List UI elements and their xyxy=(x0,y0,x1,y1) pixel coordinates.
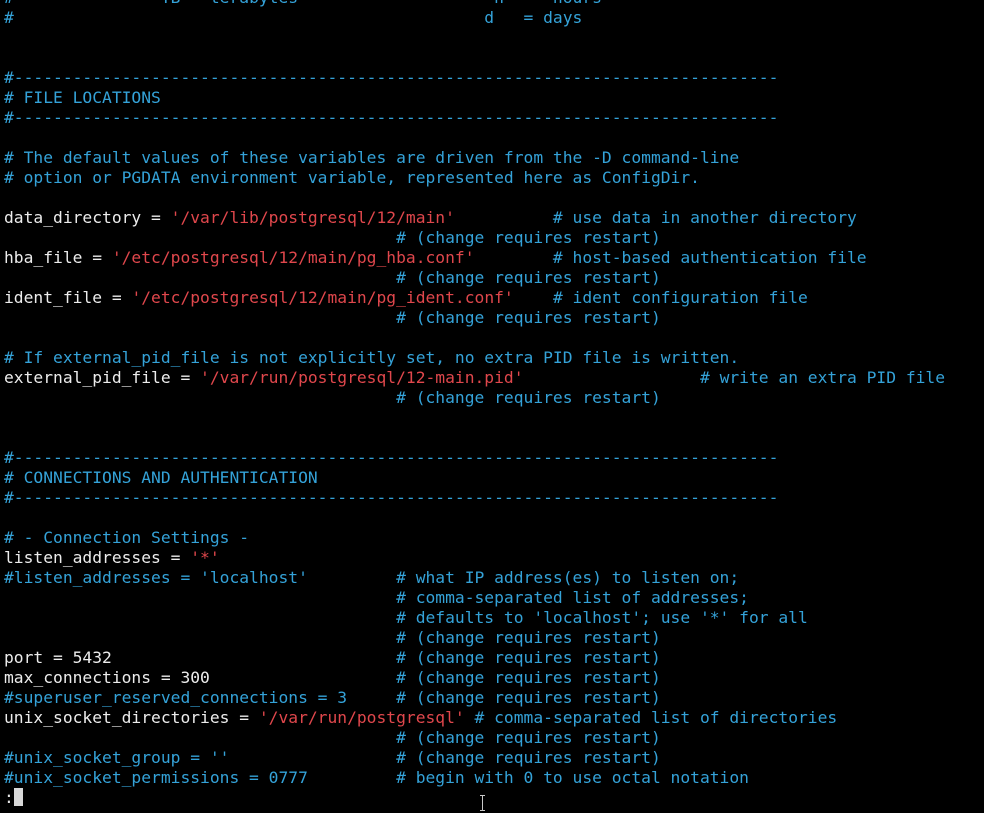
config-line: data_directory = '/var/lib/postgresql/12… xyxy=(4,208,984,228)
config-line xyxy=(4,48,984,68)
config-line: # comma-separated list of addresses; xyxy=(4,588,984,608)
config-line: #---------------------------------------… xyxy=(4,68,984,88)
comment-text: # comma-separated list of addresses; xyxy=(4,588,749,607)
config-line: # (change requires restart) xyxy=(4,308,984,328)
config-line xyxy=(4,408,984,428)
comment-text: #superuser_reserved_connections = 3 # (c… xyxy=(4,688,661,707)
comment-text: # defaults to 'localhost'; use '*' for a… xyxy=(4,608,808,627)
setting-text: unix_socket_directories = xyxy=(4,708,259,727)
config-line: # If external_pid_file is not explicitly… xyxy=(4,348,984,368)
string-value: '/var/run/postgresql' xyxy=(258,708,465,727)
setting-text: data_directory = xyxy=(4,208,171,227)
config-file-content: # TB = terabytes h = hours# d = days #--… xyxy=(4,0,984,788)
config-line: listen_addresses = '*' xyxy=(4,548,984,568)
text-cursor xyxy=(13,788,23,806)
config-line: # (change requires restart) xyxy=(4,628,984,648)
config-line: # defaults to 'localhost'; use '*' for a… xyxy=(4,608,984,628)
config-line: #unix_socket_group = '' # (change requir… xyxy=(4,748,984,768)
pager-prompt-line[interactable]: : xyxy=(4,788,984,808)
terminal-pager[interactable]: # TB = terabytes h = hours# d = days #--… xyxy=(4,0,984,808)
comment-text: # d = days xyxy=(4,8,583,27)
string-value: '/etc/postgresql/12/main/pg_ident.conf' xyxy=(131,288,514,307)
config-line: #superuser_reserved_connections = 3 # (c… xyxy=(4,688,984,708)
config-line: #---------------------------------------… xyxy=(4,448,984,468)
comment-text: #unix_socket_permissions = 0777 # begin … xyxy=(4,768,749,787)
config-line: # FILE LOCATIONS xyxy=(4,88,984,108)
comment-text: # CONNECTIONS AND AUTHENTICATION xyxy=(4,468,318,487)
mouse-ibeam-cursor-icon xyxy=(479,795,487,811)
config-line: # (change requires restart) xyxy=(4,228,984,248)
comment-text: #---------------------------------------… xyxy=(4,108,779,127)
config-line: #unix_socket_permissions = 0777 # begin … xyxy=(4,768,984,788)
setting-text: max_connections = 300 xyxy=(4,668,397,687)
comment-text: # xyxy=(4,0,14,7)
comment-text: # use data in another directory xyxy=(454,208,857,227)
setting-text: port = 5432 xyxy=(4,648,397,667)
config-line xyxy=(4,428,984,448)
comment-text: #---------------------------------------… xyxy=(4,448,779,467)
config-line: # The default values of these variables … xyxy=(4,148,984,168)
comment-text: #---------------------------------------… xyxy=(4,488,779,507)
string-value: '/var/lib/postgresql/12/main' xyxy=(170,208,455,227)
setting-text: external_pid_file = xyxy=(4,368,201,387)
string-value: '/etc/postgresql/12/main/pg_hba.conf' xyxy=(111,248,475,267)
config-line: external_pid_file = '/var/run/postgresql… xyxy=(4,368,984,388)
comment-text: # host-based authentication file xyxy=(474,248,867,267)
config-line: # option or PGDATA environment variable,… xyxy=(4,168,984,188)
config-line: #---------------------------------------… xyxy=(4,108,984,128)
comment-text: # FILE LOCATIONS xyxy=(4,88,161,107)
setting-text: hba_file = xyxy=(4,248,112,267)
comment-text: # (change requires restart) xyxy=(4,308,661,327)
config-line xyxy=(4,28,984,48)
comment-text: # (change requires restart) xyxy=(4,728,661,747)
comment-text: TB = terabytes h = hours xyxy=(14,0,602,7)
comment-text: # ident configuration file xyxy=(513,288,808,307)
string-value: '/var/run/postgresql/12-main.pid' xyxy=(200,368,524,387)
comment-text: # (change requires restart) xyxy=(4,388,661,407)
config-line xyxy=(4,508,984,528)
comment-text: # (change requires restart) xyxy=(4,268,661,287)
config-line: # d = days xyxy=(4,8,984,28)
comment-text: # (change requires restart) xyxy=(4,628,661,647)
config-line: # (change requires restart) xyxy=(4,728,984,748)
comment-text: # (change requires restart) xyxy=(4,228,661,247)
config-line xyxy=(4,188,984,208)
comment-text: # - Connection Settings - xyxy=(4,528,250,547)
comment-text: #listen_addresses = 'localhost' # what I… xyxy=(4,568,740,587)
config-line: ident_file = '/etc/postgresql/12/main/pg… xyxy=(4,288,984,308)
comment-text: # (change requires restart) xyxy=(396,668,661,687)
config-line: # CONNECTIONS AND AUTHENTICATION xyxy=(4,468,984,488)
config-line xyxy=(4,128,984,148)
config-line xyxy=(4,328,984,348)
config-line: #listen_addresses = 'localhost' # what I… xyxy=(4,568,984,588)
config-line: # (change requires restart) xyxy=(4,268,984,288)
comment-text: # If external_pid_file is not explicitly… xyxy=(4,348,740,367)
comment-text: # (change requires restart) xyxy=(396,648,661,667)
config-line: # TB = terabytes h = hours xyxy=(4,0,984,8)
comment-text: #unix_socket_group = '' # (change requir… xyxy=(4,748,661,767)
config-line: port = 5432 # (change requires restart) xyxy=(4,648,984,668)
config-line: unix_socket_directories = '/var/run/post… xyxy=(4,708,984,728)
comment-text: # option or PGDATA environment variable,… xyxy=(4,168,700,187)
config-line: hba_file = '/etc/postgresql/12/main/pg_h… xyxy=(4,248,984,268)
comment-text: # write an extra PID file xyxy=(523,368,946,387)
setting-text: ident_file = xyxy=(4,288,132,307)
config-line: # (change requires restart) xyxy=(4,388,984,408)
string-value: '*' xyxy=(190,548,220,567)
config-line: #---------------------------------------… xyxy=(4,488,984,508)
config-line: # - Connection Settings - xyxy=(4,528,984,548)
comment-text: # comma-separated list of directories xyxy=(464,708,838,727)
pager-prompt: : xyxy=(4,788,14,807)
comment-text: # The default values of these variables … xyxy=(4,148,740,167)
config-line: max_connections = 300 # (change requires… xyxy=(4,668,984,688)
setting-text: listen_addresses = xyxy=(4,548,191,567)
comment-text: #---------------------------------------… xyxy=(4,68,779,87)
